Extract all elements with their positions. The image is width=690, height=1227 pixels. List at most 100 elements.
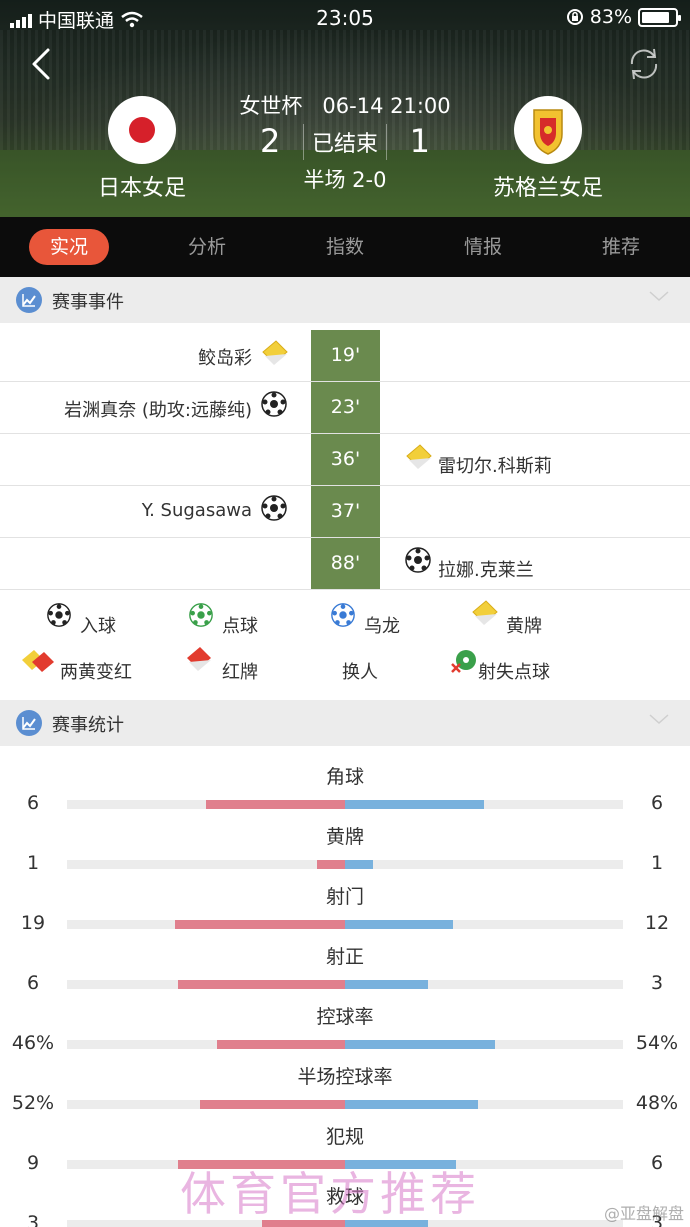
goal-icon (261, 391, 287, 417)
stat-home-value: 1 (26, 852, 40, 874)
match-header: 中国联通 23:05 83% 日本女足 苏格兰女足 女世杯 06-14 21:0… (0, 0, 690, 217)
tab-analysis[interactable]: 分析 (167, 229, 247, 265)
stat-away-value: 6 (650, 792, 664, 814)
battery-percent: 83% (589, 6, 632, 28)
goal-icon (261, 495, 287, 521)
match-meta: 女世杯 06-14 21:00 (200, 90, 490, 120)
event-legend: 入球 点球 乌龙 黄牌 两黄变红 红牌 换人 射失点球 (0, 590, 690, 698)
stat-label: 角球 (325, 766, 364, 788)
stat-away-bar (345, 1100, 478, 1109)
stat-label: 半场控球率 (297, 1066, 393, 1088)
stat-row: 控球率 46% 54% (0, 992, 690, 1054)
stat-label: 射门 (325, 886, 364, 908)
stat-label: 犯规 (325, 1126, 364, 1148)
yellow-card-icon (472, 600, 498, 625)
japan-flag-icon (129, 117, 155, 143)
stat-row: 射正 6 3 (0, 932, 690, 994)
event-row: 岩渊真奈 (助攻:远藤纯) 23' (0, 382, 690, 434)
stat-away-value: 6 (650, 1152, 664, 1174)
yellow-card-icon (262, 340, 288, 365)
stat-home-bar (217, 1040, 345, 1049)
event-row: 鲛岛彩 19' (0, 330, 690, 382)
stat-home-value: 9 (26, 1152, 40, 1174)
stat-row: 角球 6 6 (0, 752, 690, 814)
stat-label: 射正 (325, 946, 364, 968)
stat-away-bar (345, 1040, 495, 1049)
tab-recommend[interactable]: 推荐 (581, 229, 661, 265)
own-goal-ball-icon (331, 603, 355, 627)
stat-label: 控球率 (316, 1006, 374, 1028)
stats-section-title: 赛事统计 (52, 715, 124, 736)
legend-substitution: 换人 (342, 662, 378, 683)
away-score: 1 (409, 122, 430, 160)
event-player: 拉娜.克莱兰 (438, 560, 534, 581)
away-team-logo[interactable] (514, 96, 582, 164)
chart-icon (16, 710, 42, 736)
event-minute: 19' (311, 330, 380, 381)
refresh-icon[interactable] (624, 44, 664, 84)
goal-icon (405, 547, 431, 573)
stat-away-bar (345, 800, 484, 809)
stat-row: 射门 19 12 (0, 872, 690, 934)
back-arrow-icon[interactable] (26, 44, 60, 84)
stat-away-bar (345, 860, 373, 869)
stat-away-value: 3 (650, 972, 664, 994)
event-row: Y. Sugasawa 37' (0, 486, 690, 538)
stat-row: 半场控球率 52% 48% (0, 1052, 690, 1114)
stat-away-value: 1 (650, 852, 664, 874)
events-list: 鲛岛彩 19' 岩渊真奈 (助攻:远藤纯) 23' 36' 雷切尔.科斯莉 Y.… (0, 330, 690, 590)
event-row: 88' 拉娜.克莱兰 (0, 538, 690, 590)
stat-away-value: 12 (644, 912, 670, 934)
red-card-icon (187, 647, 211, 671)
penalty-ball-icon (189, 603, 213, 627)
event-player: 雷切尔.科斯莉 (438, 456, 552, 477)
events-section-title: 赛事事件 (52, 292, 124, 313)
event-player: 岩渊真奈 (助攻:远藤纯) (64, 400, 252, 421)
stat-home-bar (317, 860, 345, 869)
stat-home-value: 46% (11, 1032, 55, 1054)
stat-away-value: 54% (635, 1032, 679, 1054)
chevron-down-icon[interactable] (648, 289, 670, 303)
event-minute: 37' (311, 486, 380, 537)
stat-label: 黄牌 (325, 826, 364, 848)
tab-bar: 实况 分析 指数 情报 推荐 (0, 217, 690, 277)
battery-icon (638, 7, 681, 27)
event-minute: 23' (311, 382, 380, 433)
events-section-header[interactable]: 赛事事件 (0, 277, 690, 323)
chart-icon (16, 287, 42, 313)
weibo-watermark: @亚盘解盘 (603, 1204, 684, 1223)
tab-odds[interactable]: 指数 (305, 229, 385, 265)
stat-away-bar (345, 980, 428, 989)
stat-home-bar (200, 1100, 345, 1109)
yellow-card-icon (406, 444, 432, 469)
match-status: 已结束 (302, 124, 388, 160)
stat-home-value: 6 (26, 972, 40, 994)
tab-intel[interactable]: 情报 (443, 229, 523, 265)
stat-home-value: 6 (26, 792, 40, 814)
home-team-logo[interactable] (108, 96, 176, 164)
chevron-down-icon[interactable] (648, 712, 670, 726)
stat-home-value: 19 (20, 912, 46, 934)
halftime-score: 半场 2-0 (303, 168, 387, 192)
match-datetime: 06-14 21:00 (322, 94, 451, 118)
stat-row: 黄牌 1 1 (0, 812, 690, 874)
score-row: 2 已结束 1 (230, 122, 460, 162)
stat-away-bar (345, 920, 453, 929)
stats-section-header[interactable]: 赛事统计 (0, 700, 690, 746)
rotation-lock-icon (566, 9, 583, 25)
stat-home-value: 52% (11, 1092, 55, 1114)
stat-home-bar (178, 980, 345, 989)
event-player: 鲛岛彩 (198, 348, 252, 369)
event-row: 36' 雷切尔.科斯莉 (0, 434, 690, 486)
second-yellow-icon (22, 650, 54, 672)
status-bar: 中国联通 23:05 83% (0, 0, 690, 36)
tab-live[interactable]: 实况 (29, 229, 109, 265)
scotland-crest-icon (533, 109, 563, 155)
stat-home-bar (206, 800, 345, 809)
home-score: 2 (260, 122, 281, 160)
stat-away-value: 48% (635, 1092, 679, 1114)
stats-list: 角球 6 6 黄牌 1 1 射门 19 12 射正 6 3 控球率 46% 54% 半场控球率 52% 48% 犯规… (0, 752, 690, 1227)
event-minute: 88' (311, 538, 380, 589)
goal-icon (47, 603, 71, 627)
missed-penalty-icon (451, 650, 476, 673)
